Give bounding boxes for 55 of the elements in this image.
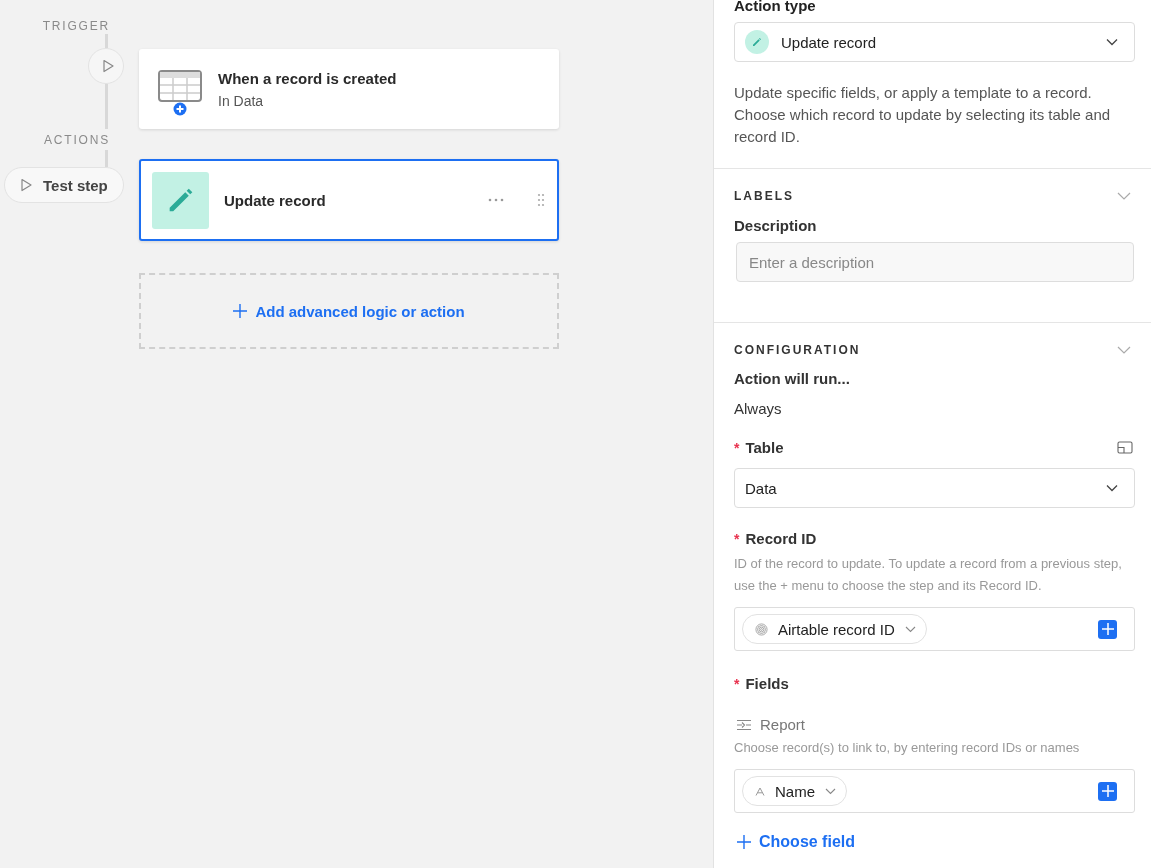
action-card[interactable]: Update record: [139, 159, 559, 241]
section-label: ACTIONS: [43, 133, 111, 148]
add-action-button[interactable]: Add advanced logic or action: [139, 273, 559, 349]
trigger-card[interactable]: When a record is created In Data: [139, 49, 559, 129]
table-icon: [157, 69, 203, 117]
field-label: Fields: [745, 675, 789, 692]
drag-handle-icon[interactable]: [537, 193, 545, 207]
link-record-field[interactable]: Name: [734, 769, 1135, 813]
plus-icon: [737, 835, 751, 849]
play-icon: [100, 59, 115, 73]
action-title: Update record: [224, 191, 327, 209]
add-button[interactable]: [1098, 619, 1117, 639]
plus-icon: [1101, 785, 1114, 797]
chevron-down-icon[interactable]: [1117, 346, 1131, 354]
record-id-field[interactable]: Airtable record ID: [734, 607, 1135, 651]
required-marker: *: [734, 675, 740, 692]
action-description: Update specific fields, or apply a template to a record. Choose which record to update by selecting its table and record ID.: [734, 83, 1112, 147]
field-name: Report: [760, 716, 806, 733]
plus-icon: [1101, 623, 1114, 635]
required-marker: *: [734, 530, 740, 547]
field-label: Action will run...: [734, 370, 851, 387]
run-button[interactable]: [88, 48, 124, 84]
table-dropdown[interactable]: Data: [734, 468, 1135, 508]
help-text: ID of the record to update. To update a record from a previous step, use the + menu to choose the step and its Record ID.: [734, 555, 1123, 595]
text-field-icon: [755, 786, 765, 796]
trigger-subtitle: In Data: [218, 92, 265, 109]
test-step-button[interactable]: Test step: [4, 167, 124, 203]
pencil-icon: [745, 30, 769, 54]
link-field-icon: [736, 718, 752, 731]
window-icon[interactable]: [1117, 441, 1133, 454]
chevron-down-icon: [904, 625, 916, 633]
required-marker: *: [734, 439, 740, 456]
plus-icon: [233, 304, 248, 318]
trigger-title: When a record is created: [218, 69, 397, 87]
chevron-down-icon: [1106, 484, 1118, 492]
pencil-icon: [152, 171, 209, 229]
chevron-down-icon: [825, 787, 836, 795]
section-label: TRIGGER: [41, 19, 111, 34]
more-icon[interactable]: [488, 198, 504, 202]
section-heading: CONFIGURATION: [734, 343, 861, 357]
field-label: Action type: [734, 0, 817, 14]
run-condition: Always: [734, 400, 783, 417]
chevron-down-icon: [1106, 38, 1118, 46]
add-button[interactable]: [1098, 781, 1117, 801]
action-type-dropdown[interactable]: Update record: [734, 22, 1135, 62]
field-label: Table: [745, 439, 785, 456]
chevron-down-icon[interactable]: [1117, 192, 1131, 200]
choose-field-button[interactable]: Choose field: [734, 833, 855, 851]
description-input[interactable]: Enter a description: [736, 242, 1134, 282]
field-label: Record ID: [745, 530, 817, 547]
fingerprint-icon: [755, 622, 768, 636]
section-heading: LABELS: [734, 189, 794, 203]
field-label: Description: [734, 217, 818, 234]
help-text: Choose record(s) to link to, by entering record IDs or names: [734, 739, 1081, 757]
play-icon: [19, 178, 33, 192]
